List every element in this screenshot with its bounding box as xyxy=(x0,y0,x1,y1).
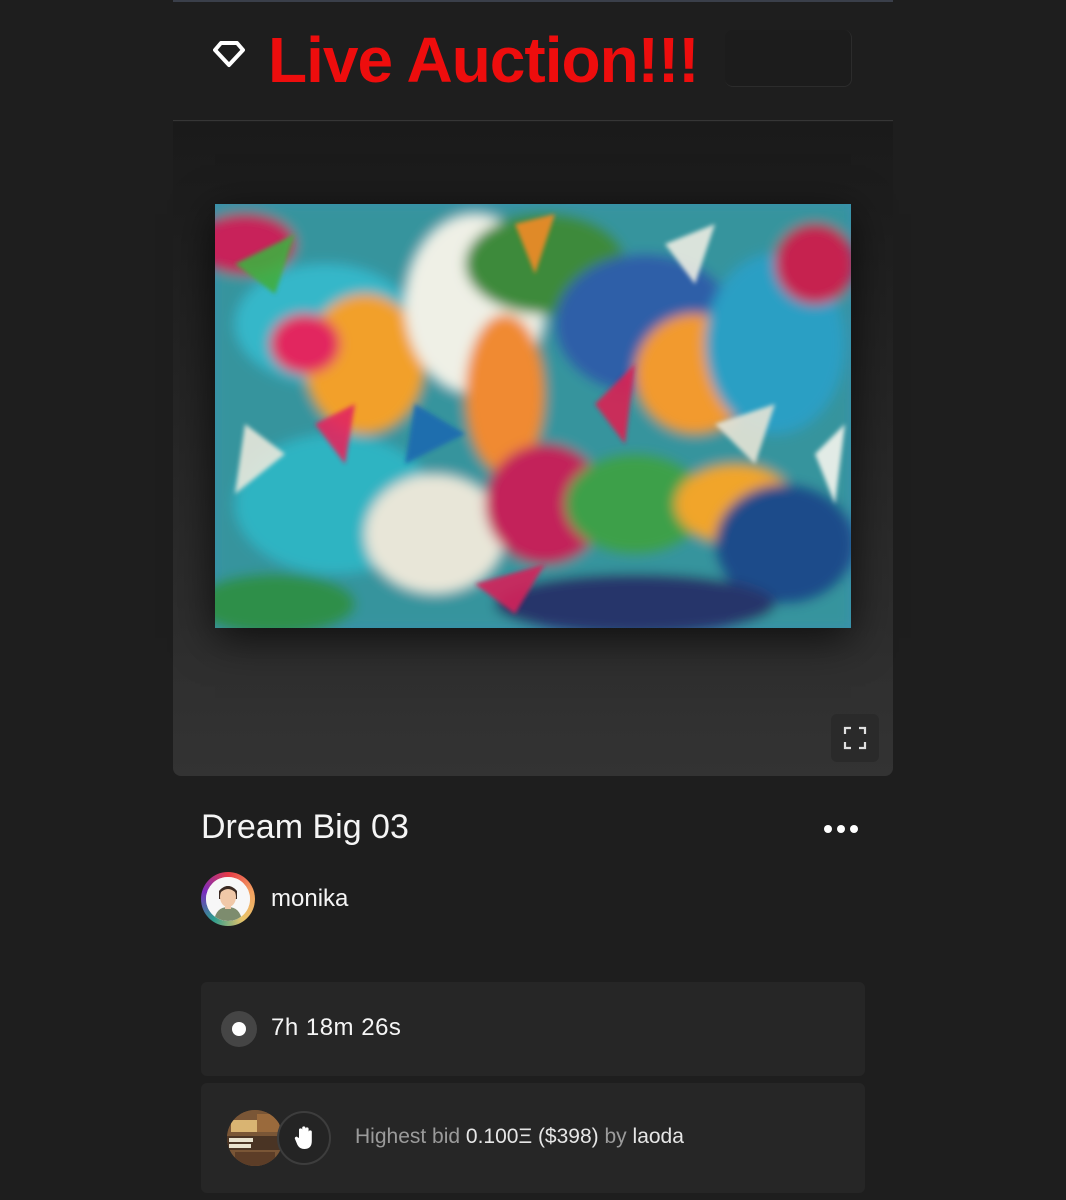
diamond-icon[interactable] xyxy=(213,40,245,68)
time-remaining: 7h 18m 26s xyxy=(271,1014,402,1041)
bid-label: Highest bid xyxy=(355,1125,461,1148)
highest-bid-card: Highest bid 0.100Ξ ($398) by laoda xyxy=(201,1083,865,1193)
artwork-title: Dream Big 03 xyxy=(201,808,409,846)
fullscreen-icon xyxy=(843,726,867,750)
header: Live Auction!!! xyxy=(173,2,893,120)
hand-icon xyxy=(294,1126,312,1149)
bid-button[interactable] xyxy=(277,1111,331,1165)
fullscreen-button[interactable] xyxy=(831,714,879,762)
avatar xyxy=(201,872,255,926)
live-dot-icon xyxy=(221,1011,257,1047)
media-viewer xyxy=(173,122,893,776)
header-divider xyxy=(173,120,893,121)
artist-link[interactable]: monika xyxy=(201,870,348,928)
bid-amount: 0.100Ξ ($398) xyxy=(465,1125,599,1148)
highest-bid-text: Highest bid 0.100Ξ ($398) by laoda xyxy=(355,1125,684,1149)
artwork-image[interactable] xyxy=(215,204,851,628)
more-options-button[interactable] xyxy=(819,814,863,844)
page-title: Live Auction!!! xyxy=(268,24,700,96)
bidder-avatar[interactable] xyxy=(227,1110,283,1166)
by-label: by xyxy=(604,1125,627,1148)
auction-timer: 7h 18m 26s xyxy=(201,982,865,1076)
more-horizontal-icon xyxy=(824,825,858,833)
artist-name: monika xyxy=(271,885,349,912)
auction-card: Live Auction!!! Dream Big 03 monika 7h 1… xyxy=(173,0,893,1200)
bidder-name[interactable]: laoda xyxy=(633,1125,684,1148)
connect-button[interactable] xyxy=(725,30,852,87)
